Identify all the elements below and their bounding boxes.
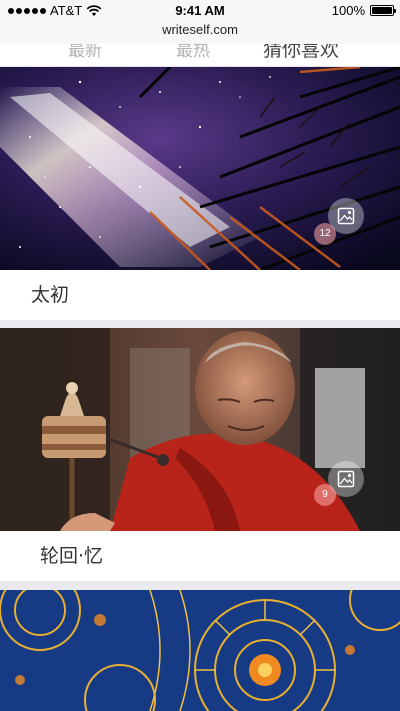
monk-prayer-wheel-photo[interactable] (0, 328, 400, 531)
photo-count-badge: 9 (314, 484, 336, 506)
url-bar[interactable]: writeself.com (0, 22, 400, 44)
url-text[interactable]: writeself.com (162, 22, 238, 37)
battery-percent: 100% (331, 3, 365, 18)
card-title[interactable]: 轮回·忆 (0, 531, 400, 581)
mandala-pattern-artwork[interactable] (0, 590, 400, 711)
tab-guess-you-like[interactable]: 猜你喜欢 (263, 44, 339, 62)
category-tabs: 最新 最热 猜你喜欢 (0, 44, 400, 67)
card-title[interactable]: 太初 (0, 270, 400, 320)
tab-latest[interactable]: 最新 (68, 44, 102, 61)
status-right: 100% (331, 3, 396, 18)
tab-hottest[interactable]: 最热 (176, 44, 210, 61)
starry-sky-trees-photo[interactable] (0, 67, 400, 270)
photo-count-badge: 12 (314, 223, 336, 245)
status-bar: AT&T 9:41 AM 100% (0, 0, 400, 22)
battery-icon (370, 5, 396, 16)
